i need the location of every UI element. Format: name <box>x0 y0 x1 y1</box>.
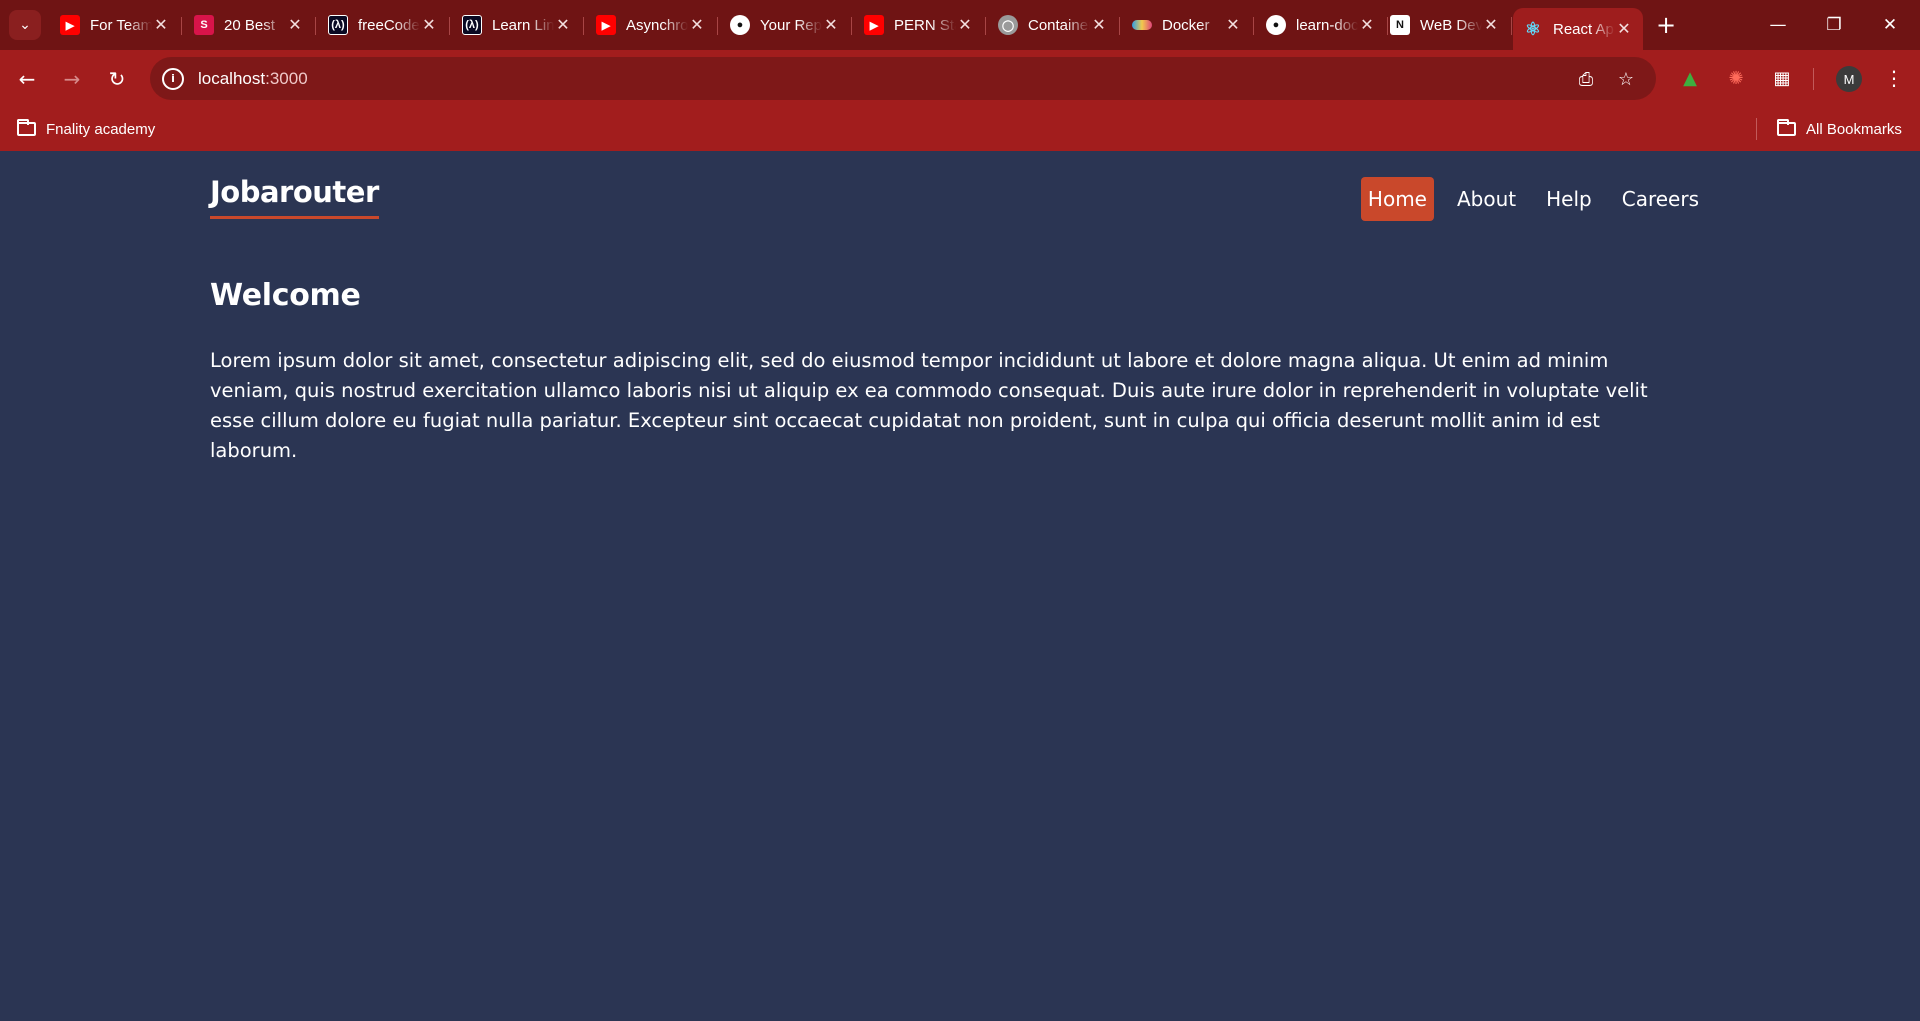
bookmarks-bar: Fnality academy All Bookmarks <box>0 108 1920 151</box>
s-letter-icon: S <box>194 15 214 35</box>
url-text[interactable]: localhost:3000 <box>198 69 308 89</box>
bug-extension-icon[interactable]: ✺ <box>1722 64 1750 92</box>
nav-about-link[interactable]: About <box>1450 177 1523 221</box>
tab-strip: ⌄ ▶ For Teams ✕ S 20 Best ✕ (λ) freeCode… <box>0 0 1920 50</box>
tab-label: Docker <box>1162 16 1210 34</box>
github-icon: ● <box>1266 15 1286 35</box>
tab-label: Asynchronous <box>626 16 688 34</box>
all-bookmarks-button[interactable]: All Bookmarks <box>1777 116 1902 142</box>
close-icon[interactable]: ✕ <box>286 15 304 35</box>
body-paragraph: Lorem ipsum dolor sit amet, consectetur … <box>210 349 1648 462</box>
close-icon[interactable]: ✕ <box>1615 19 1633 39</box>
browser-tab[interactable]: ▶ Asynchronous ✕ <box>586 8 718 42</box>
kebab-menu-icon[interactable]: ⋮ <box>1880 64 1908 92</box>
address-bar[interactable]: i localhost:3000 ⎙ ☆ <box>150 57 1656 100</box>
close-icon[interactable]: ✕ <box>152 15 170 35</box>
close-icon[interactable]: ✕ <box>956 15 974 35</box>
main-nav: Home About Help Careers <box>1345 177 1706 221</box>
window-close-button[interactable]: ✕ <box>1862 0 1918 50</box>
youtube-icon: ▶ <box>596 15 616 35</box>
new-tab-button[interactable]: + <box>1651 10 1681 40</box>
youtube-icon: ▶ <box>864 15 884 35</box>
brand-logo[interactable]: Jobarouter <box>210 176 379 219</box>
reload-button[interactable]: ↻ <box>100 62 134 96</box>
bookmark-label: Fnality academy <box>46 120 156 138</box>
close-icon[interactable]: ✕ <box>420 15 438 35</box>
tab-label: learn-docker <box>1296 16 1358 34</box>
puzzle-extensions-icon[interactable]: ▦ <box>1768 64 1796 92</box>
tab-label: Your Repositories <box>760 16 822 34</box>
close-icon: ✕ <box>1882 15 1898 35</box>
arrow-left-icon: ← <box>18 67 36 91</box>
folder-icon <box>17 119 36 136</box>
close-icon[interactable]: ✕ <box>1090 15 1108 35</box>
browser-tab[interactable]: (λ) Learn Linux ✕ <box>452 8 584 42</box>
tab-label: React App <box>1553 20 1615 38</box>
folder-icon <box>1777 119 1796 136</box>
close-icon[interactable]: ✕ <box>688 15 706 35</box>
nav-careers-link[interactable]: Careers <box>1615 177 1706 221</box>
notion-icon: N <box>1390 15 1410 35</box>
tab-label: Learn Linux <box>492 16 554 34</box>
browser-tab[interactable]: ◯ Containers ✕ <box>988 8 1120 42</box>
close-icon[interactable]: ✕ <box>822 15 840 35</box>
tree-extension-icon[interactable]: ▲ <box>1676 64 1704 92</box>
close-icon[interactable]: ✕ <box>1482 15 1500 35</box>
browser-toolbar: ← → ↻ i localhost:3000 ⎙ ☆ ▲ ✺ ▦ ⋮ <box>0 50 1920 108</box>
tab-search-button[interactable]: ⌄ <box>9 10 41 40</box>
restore-icon: ❐ <box>1826 15 1842 35</box>
freecodecamp-icon: (λ) <box>462 15 482 35</box>
reload-icon: ↻ <box>108 67 126 91</box>
browser-tab[interactable]: N WeB Dev ✕ <box>1380 8 1512 42</box>
minimize-button[interactable]: — <box>1750 0 1806 50</box>
nav-help-link[interactable]: Help <box>1539 177 1599 221</box>
url-port: :3000 <box>265 68 308 88</box>
plus-icon: + <box>1655 11 1677 39</box>
react-icon: ⚛ <box>1524 18 1542 39</box>
url-host: localhost <box>198 68 266 88</box>
minimize-icon: — <box>1769 15 1787 35</box>
tab-label: freeCodeCamp <box>358 16 420 34</box>
close-icon[interactable]: ✕ <box>554 15 572 35</box>
tab-label: Containers <box>1028 16 1090 34</box>
tab-label: PERN Stack <box>894 16 956 34</box>
bookmark-folder[interactable]: Fnality academy <box>17 116 155 142</box>
browser-tab[interactable]: ● learn-docker ✕ <box>1256 8 1388 42</box>
github-icon: ● <box>730 15 750 35</box>
browser-tab[interactable]: Docker ✕ <box>1122 8 1254 42</box>
page-viewport: Jobarouter Home About Help Careers Welco… <box>0 151 1920 1021</box>
globe-icon: ◯ <box>998 15 1018 35</box>
browser-tab[interactable]: ▶ PERN Stack ✕ <box>854 8 986 42</box>
back-button[interactable]: ← <box>10 62 44 96</box>
tab-label: 20 Best <box>224 16 275 34</box>
all-bookmarks-label: All Bookmarks <box>1806 120 1902 138</box>
forward-button[interactable]: → <box>55 62 89 96</box>
bookmark-star-icon[interactable]: ☆ <box>1614 67 1638 91</box>
browser-tab[interactable]: S 20 Best ✕ <box>184 8 316 42</box>
tab-label: WeB Dev <box>1420 16 1482 34</box>
restore-button[interactable]: ❐ <box>1806 0 1862 50</box>
browser-tab[interactable]: ● Your Repositories ✕ <box>720 8 852 42</box>
browser-tab-active[interactable]: ⚛ React App ✕ <box>1513 8 1643 50</box>
tab-label: For Teams <box>90 16 152 34</box>
freecodecamp-icon: (λ) <box>328 15 348 35</box>
site-info-icon[interactable]: i <box>162 67 184 90</box>
browser-tab[interactable]: ▶ For Teams ✕ <box>50 8 182 42</box>
nav-home-link[interactable]: Home <box>1360 177 1434 221</box>
close-icon[interactable]: ✕ <box>1224 15 1242 35</box>
arrow-right-icon: → <box>63 67 81 91</box>
docker-icon <box>1132 20 1152 30</box>
chevron-down-icon: ⌄ <box>19 17 31 33</box>
page-title: Welcome <box>210 278 361 313</box>
install-app-icon[interactable]: ⎙ <box>1574 67 1598 91</box>
browser-tab[interactable]: (λ) freeCodeCamp ✕ <box>318 8 450 42</box>
close-icon[interactable]: ✕ <box>1358 15 1376 35</box>
youtube-icon: ▶ <box>60 15 80 35</box>
profile-avatar[interactable]: M <box>1836 66 1862 92</box>
